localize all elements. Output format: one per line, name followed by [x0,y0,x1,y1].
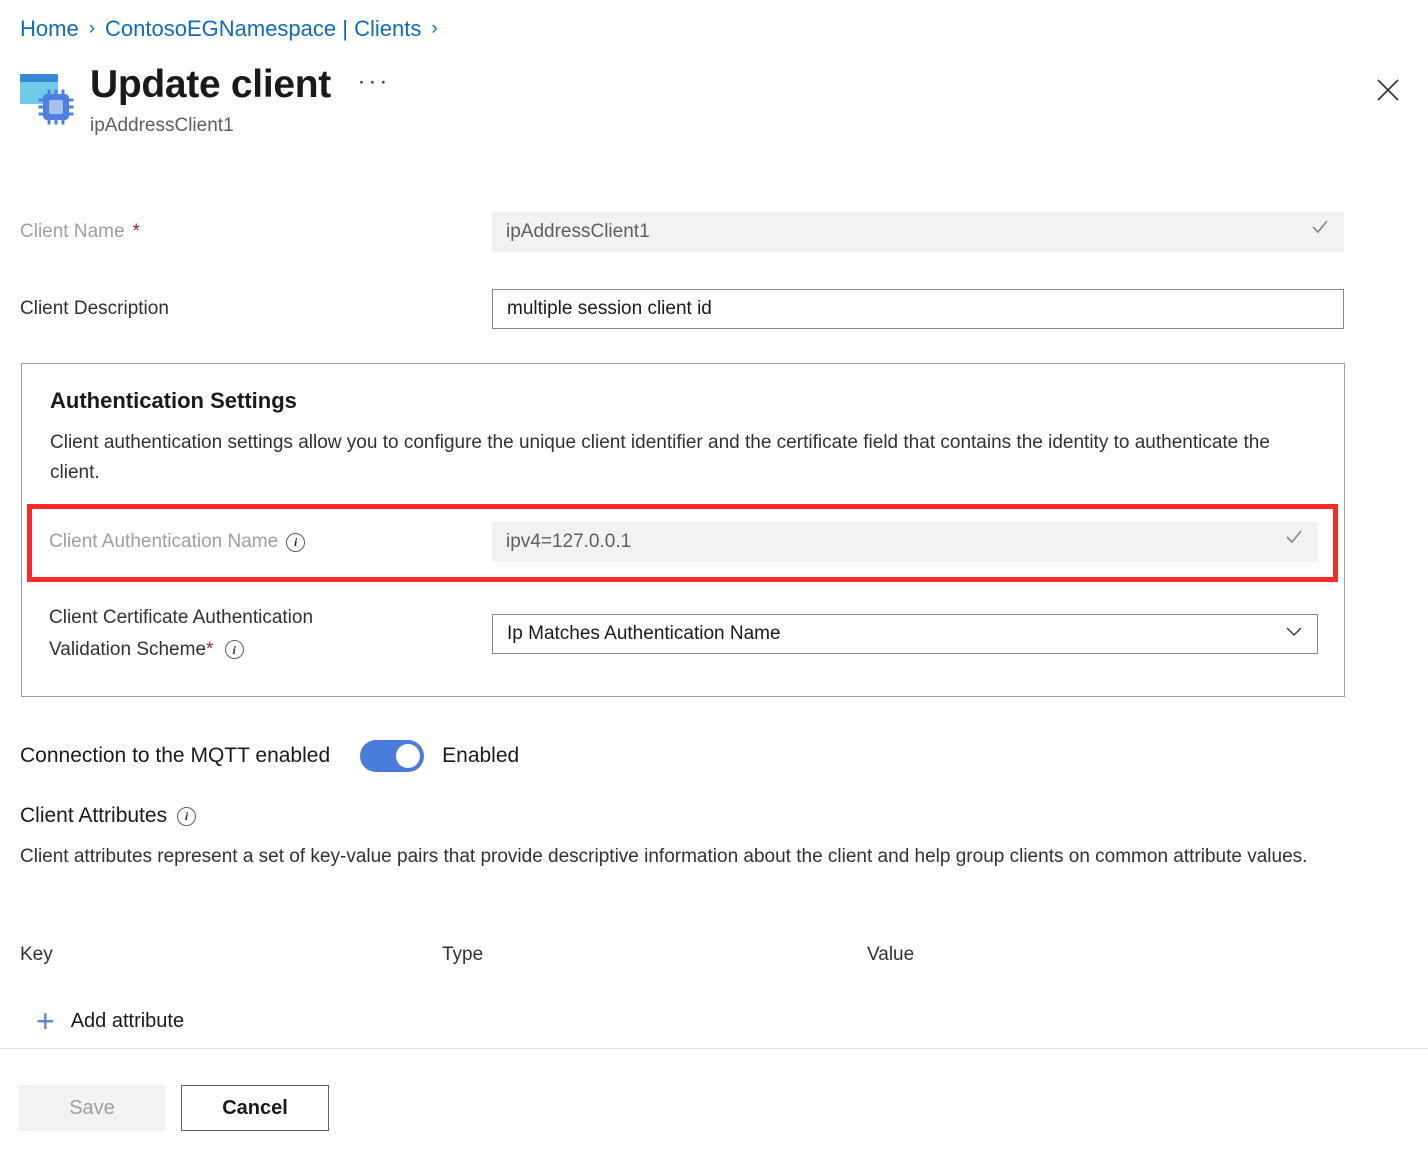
authentication-settings-description: Client authentication settings allow you… [50,428,1302,488]
required-marker: * [133,220,140,244]
mqtt-toggle-label: Connection to the MQTT enabled [20,742,330,770]
column-header-key: Key [20,942,53,968]
client-description-row: Client Description multiple session clie… [20,289,1345,329]
mqtt-toggle-state: Enabled [442,744,519,768]
toggle-knob [396,744,420,768]
client-name-row: Client Name* ipAddressClient1 [20,212,1345,252]
info-icon[interactable]: i [286,533,305,552]
close-icon[interactable] [1366,68,1410,112]
mqtt-toggle[interactable] [360,740,424,772]
client-name-label: Client Name* [20,220,492,244]
client-attributes-description: Client attributes represent a set of key… [20,841,1340,872]
validation-scheme-select[interactable]: Ip Matches Authentication Name [492,614,1318,654]
checkmark-icon [1284,523,1304,561]
client-attributes-title: Client Attributes i [20,802,196,830]
info-icon[interactable]: i [225,640,244,659]
plus-icon: + [36,1008,55,1034]
blade-header: Update client ··· ipAddressClient1 [18,62,390,138]
breadcrumb-separator-icon: › [431,14,437,44]
page-title: Update client [90,62,331,108]
update-client-blade: Home › ContosoEGNamespace | Clients › [0,0,1428,1156]
add-attribute-label: Add attribute [71,1010,184,1033]
breadcrumb-item-home[interactable]: Home [20,14,79,44]
validation-scheme-label: Client Certificate Authentication Valida… [49,602,492,666]
more-options-button[interactable]: ··· [357,72,390,92]
cancel-button[interactable]: Cancel [181,1085,329,1131]
add-attribute-button[interactable]: + Add attribute [36,1008,184,1034]
column-header-type: Type [442,942,483,968]
validation-scheme-row: Client Certificate Authentication Valida… [49,602,1318,666]
save-button[interactable]: Save [19,1085,165,1131]
footer-divider [0,1048,1428,1049]
authentication-settings-title: Authentication Settings [50,387,297,415]
client-auth-name-row: Client Authentication Name i ipv4=127.0.… [49,522,1318,562]
page-subtitle: ipAddressClient1 [90,114,390,138]
client-chip-icon [18,70,74,128]
breadcrumb-item-clients[interactable]: ContosoEGNamespace | Clients [105,14,421,44]
breadcrumb: Home › ContosoEGNamespace | Clients › [20,14,438,44]
client-auth-name-input: ipv4=127.0.0.1 [492,522,1318,562]
client-name-input: ipAddressClient1 [492,212,1344,252]
breadcrumb-separator-icon: › [89,14,95,44]
client-description-label: Client Description [20,297,492,321]
client-auth-name-label: Client Authentication Name i [49,530,492,554]
required-marker: * [206,639,213,660]
chevron-down-icon [1283,620,1305,648]
client-description-input[interactable]: multiple session client id [492,289,1344,329]
mqtt-toggle-row: Connection to the MQTT enabled Enabled [20,740,519,772]
checkmark-icon [1310,213,1330,251]
info-icon[interactable]: i [177,807,196,826]
column-header-value: Value [867,942,914,968]
